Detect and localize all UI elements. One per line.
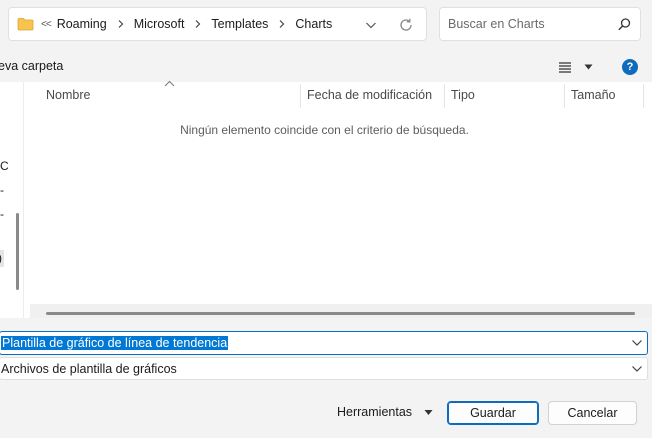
breadcrumb-templates[interactable]: Templates <box>211 17 268 31</box>
address-bar[interactable]: << Roaming Microsoft Templates Charts <box>8 7 427 41</box>
breadcrumb-microsoft[interactable]: Microsoft <box>134 17 185 31</box>
column-divider[interactable] <box>300 84 301 108</box>
filetype-value: Archivos de plantilla de gráficos <box>1 362 177 376</box>
tools-button[interactable]: Herramientas <box>337 405 412 419</box>
column-divider[interactable] <box>444 84 445 108</box>
list-view-icon <box>559 62 571 73</box>
search-placeholder: Buscar en Charts <box>448 17 545 31</box>
nav-item-fragment[interactable]: - <box>0 207 4 221</box>
refresh-icon[interactable] <box>398 17 414 33</box>
nav-scrollbar[interactable] <box>16 213 19 290</box>
breadcrumb-overflow[interactable]: << <box>41 19 52 30</box>
chevron-down-icon[interactable] <box>364 18 378 32</box>
new-folder-button[interactable]: eva carpeta <box>0 59 63 73</box>
column-divider[interactable] <box>643 84 644 108</box>
column-header-type[interactable]: Tipo <box>451 88 475 102</box>
search-icon[interactable] <box>617 17 632 32</box>
search-input[interactable]: Buscar en Charts <box>439 7 641 41</box>
navigation-pane[interactable]: C - - ) <box>0 82 24 318</box>
save-button[interactable]: Guardar <box>447 401 539 425</box>
column-divider[interactable] <box>564 84 565 108</box>
nav-item-fragment[interactable]: ) <box>0 250 4 267</box>
caret-down-icon <box>584 64 593 70</box>
nav-item-fragment[interactable]: - <box>0 183 4 197</box>
breadcrumb-roaming[interactable]: Roaming <box>57 17 107 31</box>
sort-ascending-icon <box>164 80 175 87</box>
chevron-down-icon[interactable] <box>631 364 643 374</box>
caret-down-icon[interactable] <box>423 409 434 416</box>
file-list-pane <box>0 82 652 318</box>
folder-icon <box>17 18 34 31</box>
help-icon[interactable]: ? <box>622 59 638 75</box>
view-options-button[interactable] <box>558 58 598 76</box>
column-header-name[interactable]: Nombre <box>46 88 90 102</box>
chevron-right-icon[interactable] <box>191 19 204 29</box>
column-header-date[interactable]: Fecha de modificación <box>307 88 432 102</box>
empty-state-message: Ningún elemento coincide con el criterio… <box>180 123 469 137</box>
nav-item-fragment[interactable]: C <box>0 159 9 173</box>
breadcrumb-charts[interactable]: Charts <box>295 17 332 31</box>
filetype-select[interactable]: Archivos de plantilla de gráficos <box>0 357 648 380</box>
chevron-down-icon[interactable] <box>631 338 643 348</box>
chevron-right-icon[interactable] <box>275 19 288 29</box>
filename-input[interactable]: Plantilla de gráfico de línea de tendenc… <box>0 331 648 355</box>
chevron-right-icon[interactable] <box>114 19 127 29</box>
horizontal-scrollbar-thumb[interactable] <box>46 312 635 315</box>
breadcrumb: << Roaming Microsoft Templates Charts <box>38 17 332 31</box>
horizontal-scrollbar-track[interactable] <box>30 304 652 318</box>
column-header-size[interactable]: Tamaño <box>571 88 615 102</box>
cancel-button[interactable]: Cancelar <box>548 401 637 425</box>
filename-value: Plantilla de gráfico de línea de tendenc… <box>1 336 229 350</box>
